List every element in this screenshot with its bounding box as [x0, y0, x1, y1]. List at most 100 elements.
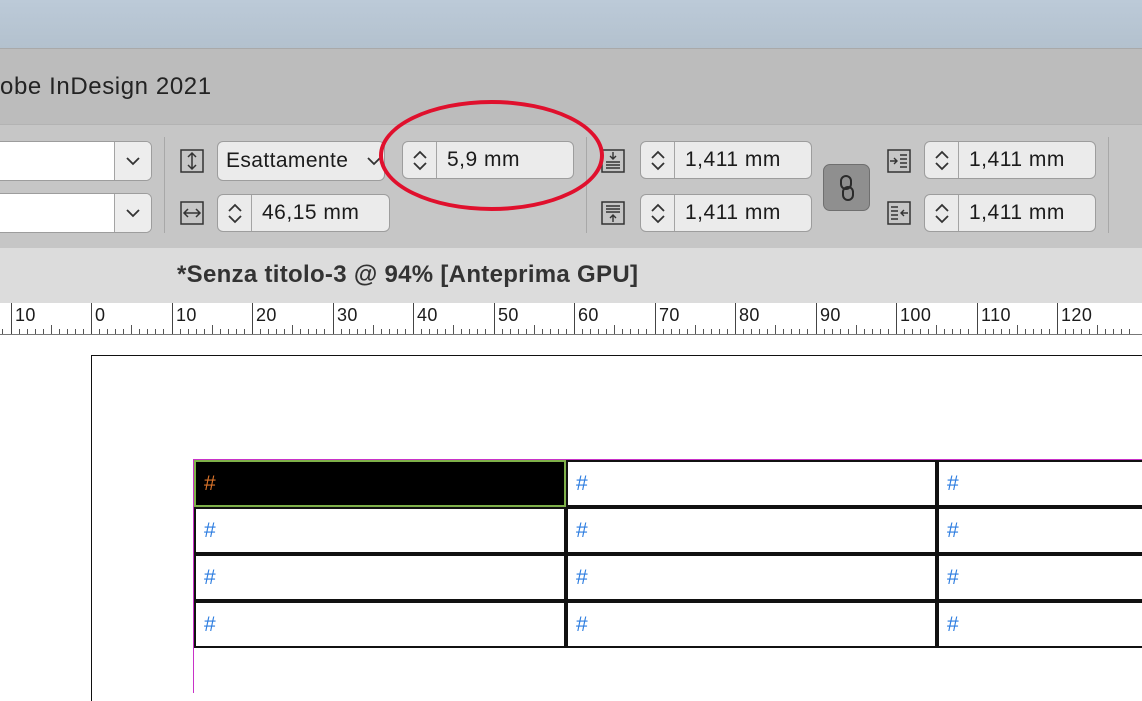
ruler-label: 50: [498, 305, 519, 325]
row-height-value[interactable]: 5,9 mm: [437, 142, 573, 178]
column-width-icon: [179, 200, 205, 226]
row-height-icon: [179, 148, 205, 174]
chevron-down-icon[interactable]: [227, 214, 243, 224]
ruler-label: 120: [1061, 305, 1093, 325]
font-family-dropdown-button[interactable]: [114, 142, 151, 180]
chevron-up-icon[interactable]: [227, 203, 243, 213]
inset-right-stepper[interactable]: [925, 195, 959, 231]
table-cell[interactable]: #: [566, 460, 937, 507]
table-cell[interactable]: #: [566, 554, 937, 601]
row-height-stepper[interactable]: [403, 142, 437, 178]
ruler-label: 30: [337, 305, 358, 325]
table-cell[interactable]: #: [194, 507, 566, 554]
table-cell-selected[interactable]: #: [194, 460, 566, 507]
table-cell[interactable]: #: [937, 601, 1142, 648]
chevron-up-icon[interactable]: [650, 203, 666, 213]
chevron-down-icon: [126, 157, 140, 166]
ruler-label: 20: [256, 305, 277, 325]
ruler-major-tick: [172, 303, 173, 334]
inset-bottom-field[interactable]: 1,411 mm: [640, 194, 812, 232]
panel-separator: [1108, 137, 1109, 233]
inset-bottom-value[interactable]: 1,411 mm: [675, 195, 811, 231]
chevron-down-icon[interactable]: [934, 214, 950, 224]
app-title: obe InDesign 2021: [0, 73, 212, 100]
inset-right-icon: [886, 200, 912, 226]
panel-separator: [586, 137, 587, 233]
table-row: # # #: [194, 507, 1142, 554]
row-height-field[interactable]: 5,9 mm: [402, 141, 574, 179]
inset-top-value[interactable]: 1,411 mm: [675, 142, 811, 178]
ruler-label: 10: [15, 305, 36, 325]
font-family-value[interactable]: [0, 142, 114, 180]
chevron-down-icon[interactable]: [412, 161, 428, 171]
chevron-up-icon[interactable]: [412, 150, 428, 160]
document-table[interactable]: # # # # # # # # # # # #: [194, 460, 1142, 648]
table-row: # # #: [194, 554, 1142, 601]
inset-bottom-stepper[interactable]: [641, 195, 675, 231]
table-row: # # #: [194, 601, 1142, 648]
ruler-label: 60: [578, 305, 599, 325]
ruler-label: 40: [417, 305, 438, 325]
ruler-major-tick: [655, 303, 656, 334]
ruler-label: 80: [739, 305, 760, 325]
ruler-major-tick: [494, 303, 495, 334]
ruler-major-tick: [735, 303, 736, 334]
table-cell[interactable]: #: [937, 554, 1142, 601]
table-cell[interactable]: #: [566, 507, 937, 554]
chevron-down-icon[interactable]: [650, 214, 666, 224]
ruler-label: 70: [659, 305, 680, 325]
table-row: # # #: [194, 460, 1142, 507]
ruler-major-tick: [333, 303, 334, 334]
inset-left-field[interactable]: 1,411 mm: [924, 141, 1096, 179]
ruler-label: 90: [820, 305, 841, 325]
table-cell[interactable]: #: [194, 601, 566, 648]
chevron-down-icon: [364, 156, 384, 166]
column-width-stepper[interactable]: [218, 195, 252, 231]
ruler-label: 10: [176, 305, 197, 325]
font-family-combo[interactable]: [0, 141, 152, 181]
ruler-label: 100: [900, 305, 932, 325]
table-cell[interactable]: #: [194, 554, 566, 601]
ruler-major-tick: [91, 303, 92, 334]
link-icon: [839, 174, 854, 201]
inset-top-stepper[interactable]: [641, 142, 675, 178]
row-height-type-value: Esattamente: [226, 149, 349, 172]
chevron-down-icon: [126, 209, 140, 218]
table-cell[interactable]: #: [937, 460, 1142, 507]
ruler-major-tick: [413, 303, 414, 334]
inset-bottom-icon: [600, 200, 626, 226]
table-cell[interactable]: #: [566, 601, 937, 648]
ruler-major-tick: [816, 303, 817, 334]
font-style-combo[interactable]: [0, 193, 152, 233]
column-width-field[interactable]: 46,15 mm: [217, 194, 390, 232]
font-style-value[interactable]: [0, 194, 114, 232]
chevron-down-icon[interactable]: [650, 161, 666, 171]
chevron-down-icon[interactable]: [934, 161, 950, 171]
link-insets-button[interactable]: [823, 164, 870, 211]
font-style-dropdown-button[interactable]: [114, 194, 151, 232]
ruler-major-tick: [252, 303, 253, 334]
inset-top-icon: [600, 148, 626, 174]
ruler-label: 110: [981, 305, 1011, 325]
ruler-major-tick: [1057, 303, 1058, 334]
table-cell[interactable]: #: [937, 507, 1142, 554]
inset-left-value[interactable]: 1,411 mm: [959, 142, 1095, 178]
chevron-up-icon[interactable]: [934, 150, 950, 160]
inset-right-field[interactable]: 1,411 mm: [924, 194, 1096, 232]
inset-left-stepper[interactable]: [925, 142, 959, 178]
ruler-major-tick: [896, 303, 897, 334]
horizontal-ruler[interactable]: 10 0 10 20 30 40 50 60 70 80 90 100 110 120: [0, 303, 1142, 335]
row-height-type-dropdown[interactable]: Esattamente: [217, 141, 385, 181]
panel-separator: [164, 137, 165, 233]
ruler-major-tick: [977, 303, 978, 334]
inset-right-value[interactable]: 1,411 mm: [959, 195, 1095, 231]
chevron-up-icon[interactable]: [934, 203, 950, 213]
ruler-major-tick: [574, 303, 575, 334]
document-tab-title[interactable]: *Senza titolo-3 @ 94% [Anteprima GPU]: [177, 261, 638, 289]
desktop-background: [0, 0, 1142, 48]
column-width-value[interactable]: 46,15 mm: [252, 195, 389, 231]
chevron-up-icon[interactable]: [650, 150, 666, 160]
inset-top-field[interactable]: 1,411 mm: [640, 141, 812, 179]
ruler-label: 0: [95, 305, 106, 325]
inset-left-icon: [886, 148, 912, 174]
